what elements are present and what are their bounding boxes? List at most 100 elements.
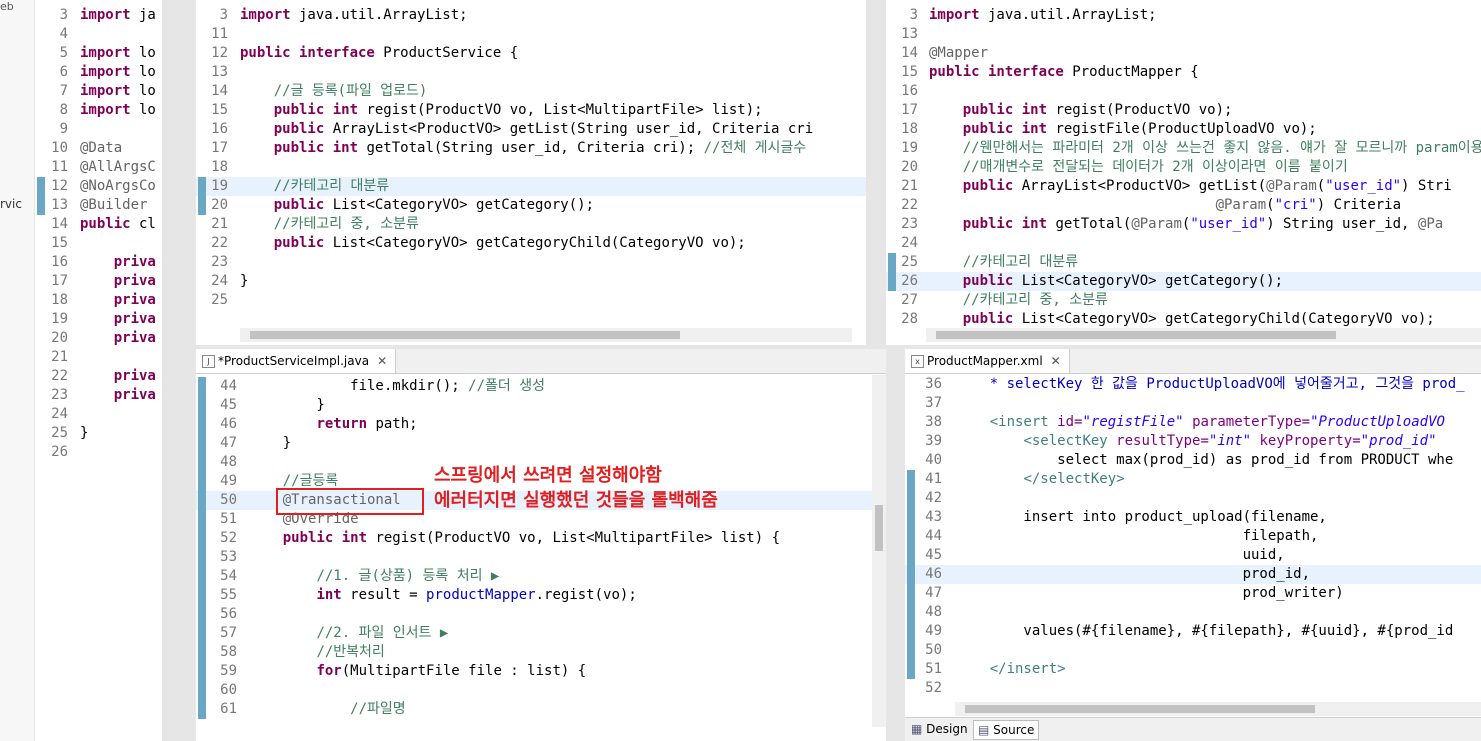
code-line[interactable]: 14 //글 등록(파일 업로드) [196,82,866,101]
code-line[interactable]: 52 [905,679,1481,698]
code-line[interactable]: 57 //2. 파일 인서트 ▶ [196,624,886,643]
code-line[interactable]: 12 public interface ProductService { [196,44,866,63]
code-line[interactable]: 47 prod_writer) [905,584,1481,603]
code-line[interactable]: 13 [196,63,866,82]
code-line[interactable]: 44 file.mkdir(); //폴더 생성 [196,377,886,396]
code-line[interactable]: 6 import lo [35,63,162,82]
code-line[interactable]: 44 filepath, [905,527,1481,546]
code-line[interactable]: 25 [196,291,866,310]
code-line[interactable]: 20 public List<CategoryVO> getCategory()… [196,196,866,215]
code-line[interactable]: 10 @Data [35,139,162,158]
code-line[interactable]: 28 public List<CategoryVO> getCategoryCh… [886,310,1481,329]
code-line[interactable]: 49 values(#{filename}, #{filepath}, #{uu… [905,622,1481,641]
code-line[interactable]: 17 public int getTotal(String user_id, C… [196,139,866,158]
code-line[interactable]: 55 int result = productMapper.regist(vo)… [196,586,886,605]
code-line[interactable]: 3 import java.util.ArrayList; [886,6,1481,25]
code-line[interactable]: 41 </selectKey> [905,470,1481,489]
code-line[interactable]: 25} [35,424,162,443]
horizontal-scrollbar[interactable] [926,328,1481,342]
code-line[interactable]: 24} [196,272,866,291]
code-line[interactable]: 19 //카테고리 대분류 [196,177,866,196]
code-line[interactable]: 22 public List<CategoryVO> getCategoryCh… [196,234,866,253]
editor-pane-product-service-impl[interactable]: J *ProductServiceImpl.java ✕ 44 file.mkdi… [196,349,886,741]
code-line[interactable]: 8 import lo [35,101,162,120]
code-line[interactable]: 15 public interface ProductMapper { [886,63,1481,82]
code-line[interactable]: 21 public ArrayList<ProductVO> getList(@… [886,177,1481,196]
code-line[interactable]: 40 select max(prod_id) as prod_id from P… [905,451,1481,470]
code-line[interactable]: 20 //매개변수로 전달되는 데이터가 2개 이상이라면 이름 붙이기 [886,158,1481,177]
code-line[interactable]: 11 [196,25,866,44]
editor-pane-vo-class[interactable]: 3 import ja 4 5 import lo 6 import lo 7 import l… [35,0,162,741]
editor-pane-product-service[interactable]: 3 import java.util.ArrayList; 11 12 public i… [196,0,866,345]
code-line[interactable]: 26 public List<CategoryVO> getCategory()… [886,272,1481,291]
tab-design[interactable]: ▦ Design [907,720,972,738]
code-line[interactable]: 39 <selectKey resultType="int" keyProper… [905,432,1481,451]
code-line[interactable]: 12 @NoArgsCo [35,177,162,196]
horizontal-scrollbar-thumb[interactable] [936,331,1336,339]
horizontal-scrollbar[interactable] [955,702,1481,716]
code-line[interactable]: 20 priva [35,329,162,348]
code-line[interactable]: 16 [886,82,1481,101]
code-line[interactable]: 59 for(MultipartFile file : list) { [196,662,886,681]
code-line[interactable]: 15 public int regist(ProductVO vo, List<… [196,101,866,120]
code-line[interactable]: 21 [35,348,162,367]
code-line[interactable]: 7 import lo [35,82,162,101]
editor-pane-product-mapper[interactable]: 3 import java.util.ArrayList; 13 14 @Mapper 1… [886,0,1481,345]
code-line[interactable]: 60 [196,681,886,700]
code-line[interactable]: 46 prod_id, [905,565,1481,584]
code-line[interactable]: 18 priva [35,291,162,310]
code-line[interactable]: 5 import lo [35,44,162,63]
horizontal-scrollbar-thumb[interactable] [965,705,1315,713]
code-line[interactable]: 13 [886,25,1481,44]
code-line[interactable]: 23 priva [35,386,162,405]
code-line[interactable]: 27 //카테고리 중, 소분류 [886,291,1481,310]
code-line[interactable]: 50 [905,641,1481,660]
code-line[interactable]: 45 } [196,396,886,415]
editor-pane-product-mapper-xml[interactable]: x ProductMapper.xml ✕ ▦ Design ▤ Source 3… [905,349,1481,741]
code-line[interactable]: 23 [196,253,866,272]
code-line[interactable]: 16 priva [35,253,162,272]
code-line[interactable]: 24 [886,234,1481,253]
code-line[interactable]: 17 public int regist(ProductVO vo); [886,101,1481,120]
close-icon[interactable]: ✕ [377,354,387,368]
code-line[interactable]: 24 [35,405,162,424]
code-line[interactable]: 38 <insert id="registFile" parameterType… [905,413,1481,432]
code-line[interactable]: 43 insert into product_upload(filename, [905,508,1481,527]
vertical-scrollbar-thumb[interactable] [875,505,883,551]
code-line[interactable]: 3 import ja [35,6,162,25]
code-line[interactable]: 25 //카테고리 대분류 [886,253,1481,272]
code-line[interactable]: 22 @Param("cri") Criteria [886,196,1481,215]
code-line[interactable]: 23 public int getTotal(@Param("user_id")… [886,215,1481,234]
code-line[interactable]: 22 priva [35,367,162,386]
code-line[interactable]: 51 </insert> [905,660,1481,679]
code-line[interactable]: 17 priva [35,272,162,291]
code-line[interactable]: 58 //반복처리 [196,643,886,662]
code-line[interactable]: 26 [35,443,162,462]
code-line[interactable]: 21 //카테고리 중, 소분류 [196,215,866,234]
tab-source[interactable]: ▤ Source [973,720,1040,740]
code-line[interactable]: 52 public int regist(ProductVO vo, List<… [196,529,886,548]
code-line[interactable]: 56 [196,605,886,624]
code-line[interactable]: 54 //1. 글(상품) 등록 처리 ▶ [196,567,886,586]
code-line[interactable]: 19 //웬만해서는 파라미터 2개 이상 쓰는건 좋지 않음. 얘가 잘 모르… [886,139,1481,158]
code-line[interactable]: 3 import java.util.ArrayList; [196,6,866,25]
code-line[interactable]: 53 [196,548,886,567]
code-line[interactable]: 45 uuid, [905,546,1481,565]
close-icon[interactable]: ✕ [1051,354,1061,368]
code-line[interactable]: 46 return path; [196,415,886,434]
code-line[interactable]: 15 [35,234,162,253]
horizontal-scrollbar-thumb[interactable] [250,331,680,339]
code-line[interactable]: 37 [905,394,1481,413]
code-line[interactable]: 14 public cl [35,215,162,234]
code-line[interactable]: 48 [905,603,1481,622]
code-line[interactable]: 14 @Mapper [886,44,1481,63]
code-line[interactable]: 47 } [196,434,886,453]
code-line[interactable]: 61 //파일명 [196,700,886,719]
code-line[interactable]: 13 @Builder [35,196,162,215]
tab-product-service-impl[interactable]: J *ProductServiceImpl.java ✕ [196,349,397,373]
vertical-scrollbar[interactable] [872,375,886,727]
code-line[interactable]: 9 [35,120,162,139]
code-line[interactable]: 36 * selectKey 한 값을 ProductUploadVO에 넣어줄… [905,375,1481,394]
code-line[interactable]: 18 [196,158,866,177]
code-line[interactable]: 42 [905,489,1481,508]
